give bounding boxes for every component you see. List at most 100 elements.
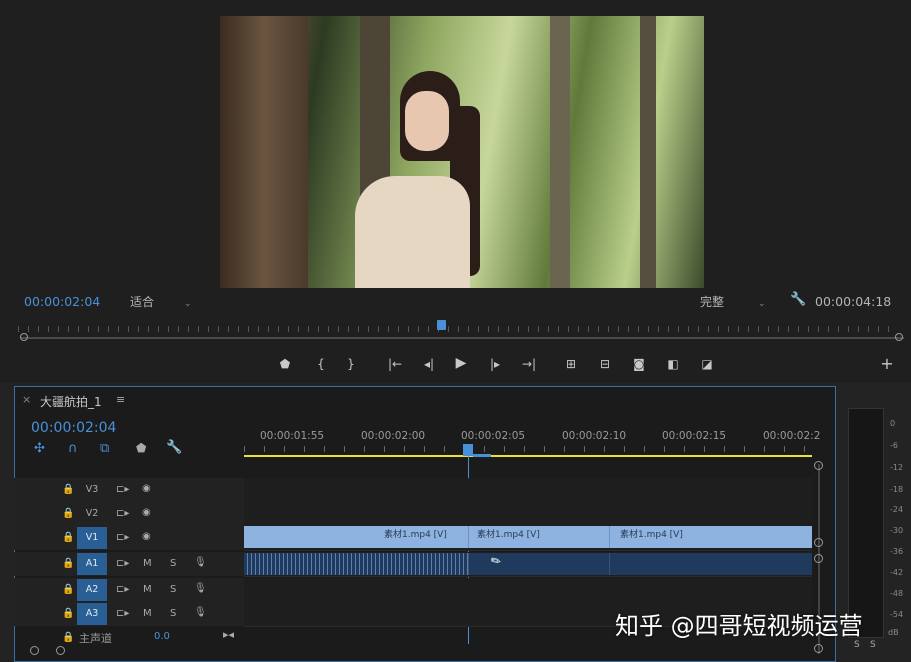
meter-tick: -36 <box>890 547 904 556</box>
microphone-icon[interactable]: 🎙 <box>194 557 207 568</box>
current-timecode[interactable]: 00:00:02:04 <box>24 294 100 309</box>
wrench-icon[interactable]: 🔧 <box>790 292 806 307</box>
meter-tick: -30 <box>890 526 904 535</box>
camera-icon[interactable]: ◙ <box>628 355 650 373</box>
scroll-handle-top[interactable] <box>814 461 823 470</box>
nest-toggle-icon[interactable]: ✣ <box>34 441 45 456</box>
quality-dropdown[interactable]: 完整 ⌄ <box>700 293 766 310</box>
tree-trunk <box>640 16 656 288</box>
meter-solo-right[interactable]: S <box>870 640 876 650</box>
timeline-timecode[interactable]: 00:00:02:04 <box>31 420 116 436</box>
video-clip[interactable]: 素材1.mp4 [V] <box>610 526 812 548</box>
ruler-label: 00:00:02:2 <box>763 430 821 442</box>
sequence-tab[interactable]: 大疆航拍_1 <box>40 393 102 410</box>
playhead-range <box>473 454 491 457</box>
zoom-handle-right[interactable] <box>56 646 65 655</box>
audio-clip[interactable] <box>610 553 812 575</box>
video-clip[interactable]: 素材1.mp4 [V] <box>244 526 469 548</box>
video-clip[interactable]: 素材1.mp4 [V] <box>469 526 610 548</box>
monitor-ruler[interactable] <box>18 326 898 332</box>
audio-meter <box>848 408 884 638</box>
add-marker-icon[interactable]: ⬟ <box>274 355 296 373</box>
master-volume-value[interactable]: 0.0 <box>154 631 170 642</box>
sync-lock-icon[interactable]: ⊏▸ <box>116 558 129 569</box>
track-target-a3[interactable]: A3 <box>77 603 107 625</box>
go-to-in-icon[interactable]: |← <box>384 355 406 373</box>
solo-button[interactable]: S <box>170 558 176 569</box>
clip-label: 素材1.mp4 [V] <box>620 530 683 540</box>
track-lane-v3[interactable] <box>244 478 812 503</box>
lock-icon[interactable]: 🔒 <box>62 608 74 619</box>
mute-button[interactable]: M <box>143 608 152 619</box>
sync-lock-icon[interactable]: ⊏▸ <box>116 508 129 519</box>
scroll-handle-left[interactable] <box>20 333 28 341</box>
track-name-v3[interactable]: V3 <box>77 479 107 501</box>
sync-lock-icon[interactable]: ⊏▸ <box>116 608 129 619</box>
video-preview <box>220 16 704 288</box>
lift-icon[interactable]: ⊞ <box>560 355 582 373</box>
step-back-icon[interactable]: ◂| <box>418 355 440 373</box>
sync-lock-icon[interactable]: ⊏▸ <box>116 532 129 543</box>
track-target-a1[interactable]: A1 <box>77 553 107 575</box>
track-lane-v2[interactable] <box>244 502 812 527</box>
go-to-end-icon[interactable]: ▸◂ <box>223 628 234 641</box>
snap-icon[interactable]: ∩ <box>68 441 78 456</box>
work-area-bar[interactable] <box>244 455 812 457</box>
track-lane-a2[interactable] <box>244 578 812 603</box>
meter-tick: -24 <box>890 505 904 514</box>
mark-out-icon[interactable]: } <box>340 355 362 373</box>
step-forward-icon[interactable]: |▸ <box>484 355 506 373</box>
lock-icon[interactable]: 🔒 <box>62 558 74 569</box>
mute-button[interactable]: M <box>143 584 152 595</box>
ruler-ticks[interactable] <box>244 446 812 452</box>
extract-icon[interactable]: ⊟ <box>594 355 616 373</box>
lock-icon[interactable]: 🔒 <box>62 508 74 519</box>
lock-icon[interactable]: 🔒 <box>62 632 74 643</box>
add-marker-icon[interactable]: ⬟ <box>136 441 146 455</box>
compare-icon[interactable]: ◧ <box>662 355 684 373</box>
meter-tick: -42 <box>890 568 904 577</box>
panel-menu-icon[interactable]: ≡ <box>116 393 125 406</box>
zoom-handle-left[interactable] <box>30 646 39 655</box>
mute-button[interactable]: M <box>143 558 152 569</box>
playhead-marker[interactable] <box>437 320 446 330</box>
solo-button[interactable]: S <box>170 584 176 595</box>
meter-tick: -54 <box>890 610 904 619</box>
watermark: 知乎 @四哥短视频运营 <box>615 612 863 640</box>
add-button-icon[interactable]: + <box>876 355 898 373</box>
scroll-handle[interactable] <box>814 538 823 547</box>
eye-icon[interactable]: ◉ <box>142 507 151 518</box>
scroll-handle[interactable] <box>814 554 823 563</box>
microphone-icon[interactable]: 🎙 <box>194 607 207 618</box>
overlay-icon[interactable]: ◪ <box>696 355 718 373</box>
lock-icon[interactable]: 🔒 <box>62 532 74 543</box>
zoom-dropdown[interactable]: 适合 ⌄ <box>130 293 192 310</box>
meter-tick: -12 <box>890 463 904 472</box>
person-figure <box>355 66 495 288</box>
sync-lock-icon[interactable]: ⊏▸ <box>116 484 129 495</box>
track-name-v2[interactable]: V2 <box>77 503 107 525</box>
track-target-a2[interactable]: A2 <box>77 579 107 601</box>
eye-icon[interactable]: ◉ <box>142 531 151 542</box>
lock-icon[interactable]: 🔒 <box>62 584 74 595</box>
audio-clip[interactable] <box>244 553 469 575</box>
scroll-handle-bottom[interactable] <box>814 644 823 653</box>
program-monitor: 00:00:02:04 适合 ⌄ 完整 ⌄ 🔧 00:00:04:18 ⬟ { } … <box>0 0 911 383</box>
wrench-icon[interactable]: 🔧 <box>166 440 182 455</box>
zoom-scrollbar[interactable] <box>20 337 904 339</box>
mark-in-icon[interactable]: { <box>310 355 332 373</box>
meter-solo-left[interactable]: S <box>854 640 860 650</box>
playhead-handle[interactable] <box>463 444 473 456</box>
linked-selection-icon[interactable]: ⧉ <box>100 441 109 456</box>
lock-icon[interactable]: 🔒 <box>62 484 74 495</box>
track-target-v1[interactable]: V1 <box>77 527 107 549</box>
eye-icon[interactable]: ◉ <box>142 483 151 494</box>
sync-lock-icon[interactable]: ⊏▸ <box>116 584 129 595</box>
go-to-out-icon[interactable]: →| <box>518 355 540 373</box>
meter-tick: -6 <box>890 441 898 450</box>
close-tab-icon[interactable]: × <box>22 393 31 406</box>
scroll-handle-right[interactable] <box>895 333 903 341</box>
solo-button[interactable]: S <box>170 608 176 619</box>
play-icon[interactable]: ▶ <box>450 354 472 372</box>
microphone-icon[interactable]: 🎙 <box>194 583 207 594</box>
